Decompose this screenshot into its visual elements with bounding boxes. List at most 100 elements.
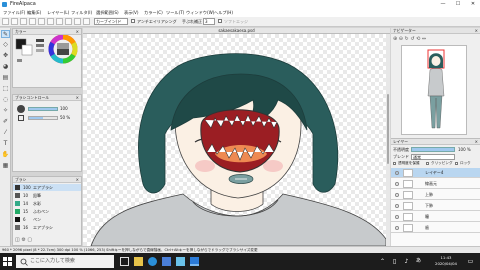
right-cheek <box>263 160 283 172</box>
brush-thumbnail <box>15 209 20 214</box>
navigator-toolbar[interactable]: ⊕ ⊖ ↻ ↺ ⟲ ⇔ <box>393 36 478 43</box>
snap-radial-button[interactable] <box>83 18 90 25</box>
select-pen-tool-icon[interactable]: ✐ <box>1 118 10 126</box>
menu-layer[interactable]: レイヤー(L) <box>47 10 69 16</box>
protect-alpha-checkbox[interactable] <box>393 162 396 165</box>
text-tool-icon[interactable]: T <box>1 140 10 148</box>
stabilizer-select[interactable]: 3 <box>203 18 215 25</box>
layer-item[interactable]: 瞳 <box>391 212 480 222</box>
layer-item[interactable]: レイヤー4 <box>391 168 480 178</box>
menu-view[interactable]: 表示(V) <box>124 10 139 16</box>
magic-wand-tool-icon[interactable]: ✧ <box>1 107 10 115</box>
menu-edit[interactable]: 編集(E) <box>27 10 41 16</box>
brush-item[interactable]: 6 ペン <box>13 216 81 223</box>
navigator-title: ナビゲーター <box>393 28 416 33</box>
lock-checkbox[interactable] <box>455 162 458 165</box>
menu-color[interactable]: カラー(C) <box>144 10 163 16</box>
store-icon[interactable] <box>162 257 171 266</box>
canvas-area[interactable]: sakaesakaesa.psd <box>83 28 390 246</box>
layer-item[interactable]: 上肺 <box>391 190 480 200</box>
close-icon[interactable]: × <box>76 95 79 101</box>
brush-item[interactable]: 15 ふわペン <box>13 208 81 215</box>
visibility-icon[interactable] <box>395 226 399 230</box>
bucket-tool-icon[interactable]: ◕ <box>1 63 10 71</box>
network-icon[interactable]: ▯ <box>390 257 399 266</box>
canvas-vertical-scrollbar[interactable] <box>386 34 390 246</box>
layer-name: 上肺 <box>425 192 433 197</box>
menu-file[interactable]: ファイル(F) <box>3 10 25 16</box>
close-icon[interactable]: × <box>475 28 478 34</box>
brush-item[interactable]: 14 水彩 <box>13 200 81 207</box>
eraser-tool-icon[interactable]: ◇ <box>1 41 10 49</box>
menu-tool[interactable]: ツール(T) <box>166 10 184 16</box>
hand-tool-icon[interactable]: ✋ <box>1 151 10 159</box>
brush-item[interactable]: 16 エアブラシ <box>13 224 81 231</box>
minimize-button[interactable]: — <box>436 0 450 9</box>
mail-icon[interactable] <box>176 257 185 266</box>
eyedropper-tool-icon[interactable]: ⁄ <box>1 129 10 137</box>
move-tool-icon[interactable]: ✥ <box>1 52 10 60</box>
visibility-icon[interactable] <box>395 171 399 175</box>
undo-button[interactable] <box>2 18 9 25</box>
antialias-checkbox[interactable] <box>131 19 135 23</box>
file-explorer-icon[interactable] <box>134 257 143 266</box>
visibility-icon[interactable] <box>395 204 399 208</box>
menu-window[interactable]: ウィンドウ(W) <box>186 10 214 16</box>
task-view-icon[interactable] <box>120 257 129 266</box>
layer-opacity-slider[interactable] <box>411 147 455 152</box>
snap-off-button[interactable] <box>47 18 54 25</box>
clipping-checkbox[interactable] <box>426 162 429 165</box>
brush-opacity-slider[interactable] <box>28 116 58 120</box>
edge-browser-icon[interactable] <box>148 257 157 266</box>
close-icon[interactable]: × <box>76 177 79 183</box>
visibility-icon[interactable] <box>395 215 399 219</box>
invert-selection-button[interactable] <box>29 18 36 25</box>
snap-concentric-button[interactable] <box>74 18 81 25</box>
close-icon[interactable]: × <box>475 139 478 145</box>
deselect-button[interactable] <box>20 18 27 25</box>
layer-item[interactable]: 下肺 <box>391 201 480 211</box>
divide-tool-icon[interactable]: ▦ <box>1 162 10 170</box>
firealpaca-taskbar-icon[interactable] <box>190 257 199 266</box>
layer-item[interactable]: 線画元 <box>391 179 480 189</box>
snap-grid-button[interactable] <box>65 18 72 25</box>
visibility-icon[interactable] <box>395 182 399 186</box>
brush-size-icon <box>17 105 25 113</box>
brush-thumbnail <box>15 217 20 222</box>
redo-button[interactable] <box>11 18 18 25</box>
brush-size-slider[interactable] <box>28 107 58 111</box>
menu-filter[interactable]: フィルタ(I) <box>71 10 92 16</box>
close-button[interactable]: ✕ <box>466 0 480 9</box>
brush-item[interactable]: 10 鉛筆 <box>13 192 81 199</box>
color-picker[interactable] <box>13 35 83 89</box>
snap-parallel-button[interactable] <box>56 18 63 25</box>
select-tool-icon[interactable]: ⬚ <box>1 85 10 93</box>
windows-start-icon[interactable] <box>3 257 12 266</box>
menu-select[interactable]: 選択範囲(S) <box>96 10 119 16</box>
layer-item[interactable]: 歯 <box>391 223 480 233</box>
menu-help[interactable]: ヘルプ(H) <box>214 10 233 16</box>
ime-icon[interactable]: あ <box>414 257 423 266</box>
brush-tool-icon[interactable]: ✎ <box>1 30 10 38</box>
navigator-preview[interactable] <box>401 45 467 135</box>
volume-icon[interactable]: ♪ <box>402 257 411 266</box>
gradation-tool-icon[interactable]: ▤ <box>1 74 10 82</box>
brush-item[interactable]: 100 エアブラシ <box>13 184 81 191</box>
maximize-button[interactable]: ☐ <box>451 0 465 9</box>
blend-select[interactable]: 通常 <box>411 154 455 160</box>
app-icon <box>2 2 7 7</box>
brush-panel-title: ブラシ <box>15 177 27 182</box>
taskbar-search-box[interactable]: ここに入力して検索 <box>16 255 114 268</box>
lasso-tool-icon[interactable]: ◌ <box>1 96 10 104</box>
notification-icon[interactable]: ▭ <box>466 257 475 266</box>
visibility-icon[interactable] <box>395 193 399 197</box>
taskbar-clock[interactable]: 11:43 2020/04/04 <box>430 255 462 267</box>
softedge-checkbox[interactable] <box>218 19 222 23</box>
brush-panel-footer-icons[interactable]: ◫ ⚙ ▢ <box>15 237 32 243</box>
drawing-canvas[interactable] <box>83 34 386 246</box>
system-tray-chevron-icon[interactable]: ⌃ <box>378 257 387 266</box>
brush-mode-select[interactable]: カーブイン(ド <box>94 18 128 25</box>
transform-button[interactable] <box>38 18 45 25</box>
scroll-thumb[interactable] <box>387 94 389 164</box>
layer-panel-header: レイヤー × <box>391 139 480 145</box>
